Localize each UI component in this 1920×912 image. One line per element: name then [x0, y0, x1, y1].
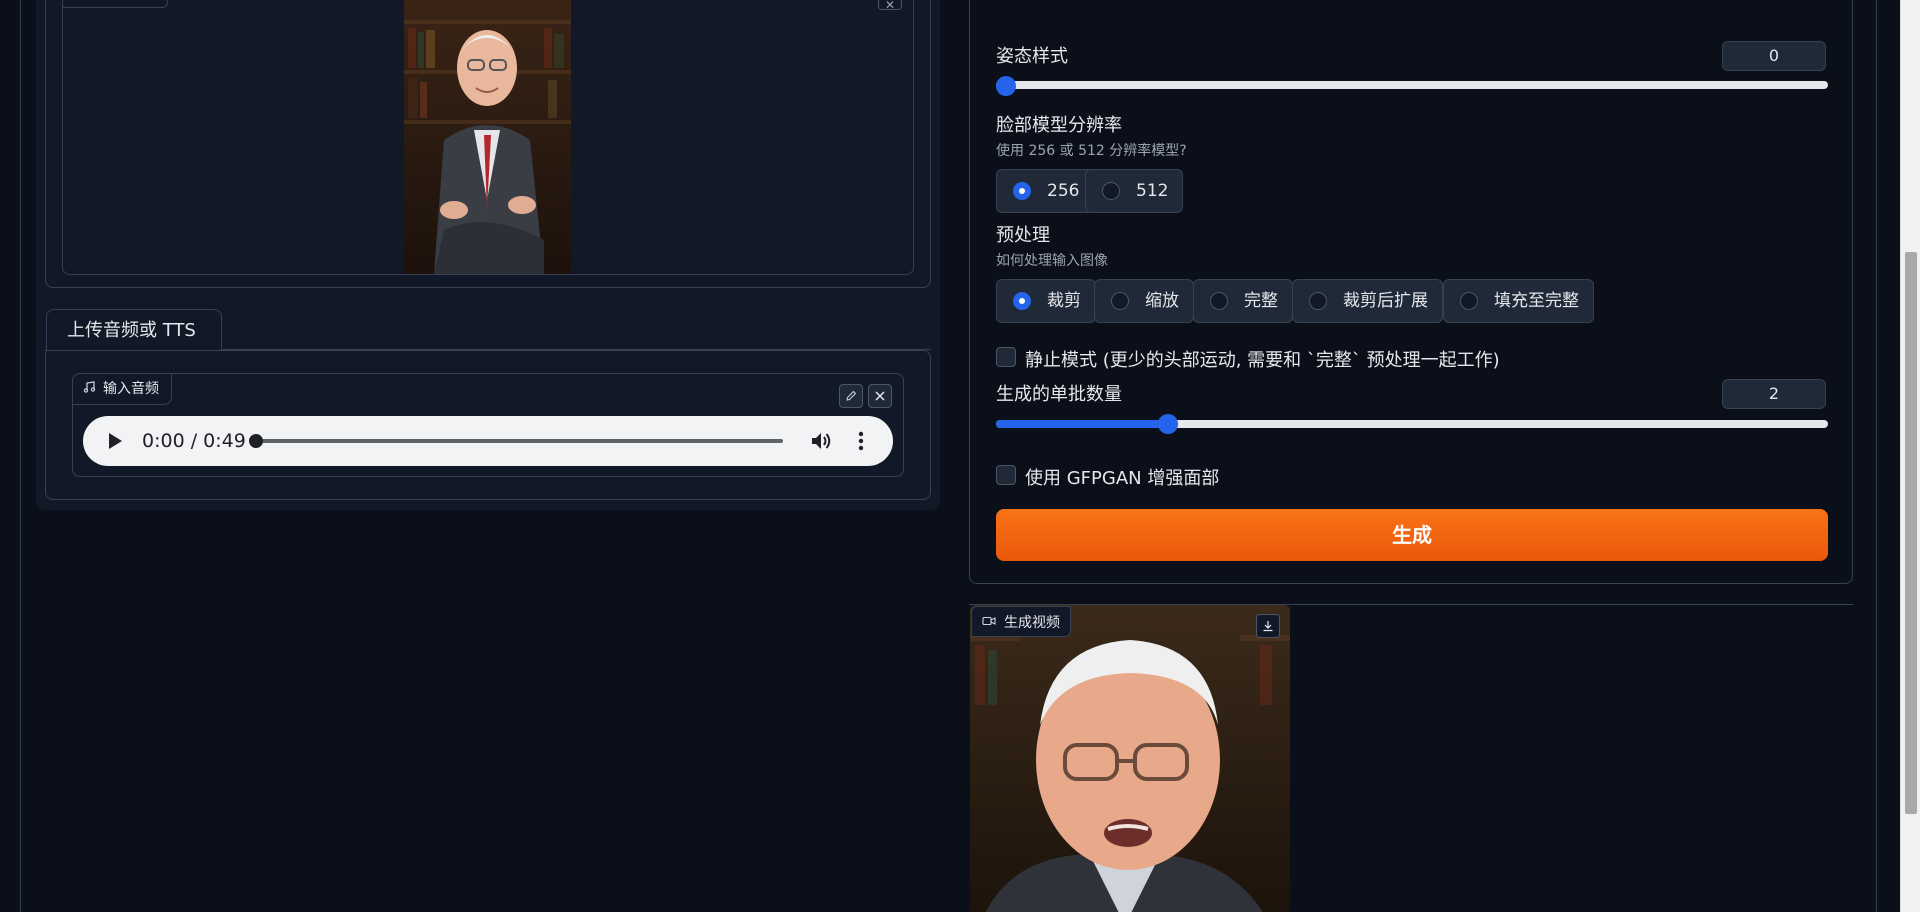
radio-label: 裁剪 — [1047, 291, 1081, 311]
radio-indicator — [1102, 182, 1120, 200]
face-resolution-hint: 使用 256 或 512 分辨率模型? — [996, 143, 1187, 159]
radio-indicator — [1309, 292, 1327, 310]
radio-label: 256 — [1047, 181, 1080, 201]
pencil-icon — [845, 387, 857, 406]
close-icon: ✕ — [884, 0, 896, 12]
video-camera-icon — [982, 614, 996, 630]
page-scrollbar[interactable] — [1900, 0, 1920, 912]
pose-style-slider-track[interactable] — [996, 81, 1828, 89]
gfpgan-checkbox[interactable] — [996, 465, 1016, 485]
source-portrait-image — [404, 0, 571, 274]
batch-size-label: 生成的单批数量 — [996, 384, 1122, 405]
audio-time: 0:00 / 0:49 — [142, 430, 246, 452]
radio-preprocess-crop[interactable]: 裁剪 — [996, 279, 1096, 323]
frame-border-left — [20, 0, 21, 912]
clear-audio-button[interactable] — [868, 384, 892, 408]
gfpgan-label: 使用 GFPGAN 增强面部 — [1025, 468, 1220, 489]
audio-input-label-text: 输入音频 — [103, 381, 159, 397]
radio-label: 完整 — [1244, 291, 1278, 311]
preprocess-hint: 如何处理输入图像 — [996, 253, 1108, 269]
source-image-label — [62, 0, 168, 8]
radio-indicator — [1460, 292, 1478, 310]
scrollbar-thumb[interactable] — [1905, 252, 1917, 814]
volume-icon[interactable] — [810, 431, 832, 455]
clear-image-button[interactable]: ✕ — [878, 0, 902, 12]
radio-preprocess-extfull[interactable]: 填充至完整 — [1443, 279, 1594, 323]
generated-video-label-text: 生成视频 — [1004, 614, 1060, 631]
portrait-illustration — [404, 0, 571, 274]
radio-preprocess-resize[interactable]: 缩放 — [1094, 279, 1194, 323]
batch-size-number-input[interactable]: 2 — [1722, 379, 1826, 409]
radio-indicator — [1111, 292, 1129, 310]
audio-player: 0:00 / 0:49 — [83, 416, 893, 466]
more-options-icon[interactable] — [858, 431, 864, 455]
video-frame-illustration — [970, 605, 1290, 912]
audio-seek-bar[interactable] — [253, 439, 783, 443]
radio-label: 512 — [1136, 181, 1169, 201]
pose-style-label: 姿态样式 — [996, 46, 1068, 67]
generate-button[interactable]: 生成 — [996, 509, 1828, 561]
face-resolution-label: 脸部模型分辨率 — [996, 115, 1122, 136]
download-icon — [1262, 617, 1274, 636]
frame-border-right — [1876, 0, 1877, 912]
radio-selected-indicator — [1013, 292, 1031, 310]
music-note-icon — [83, 374, 96, 404]
generated-video[interactable] — [970, 605, 1290, 912]
close-icon — [874, 387, 886, 406]
audio-seek-knob[interactable] — [249, 434, 263, 448]
download-video-button[interactable] — [1256, 614, 1280, 638]
radio-selected-indicator — [1013, 182, 1031, 200]
generated-video-label: 生成视频 — [971, 606, 1071, 637]
batch-size-slider-fill — [996, 420, 1168, 428]
still-mode-label: 静止模式 (更少的头部运动, 需要和 `完整` 预处理一起工作) — [1025, 350, 1500, 371]
edit-audio-button[interactable] — [839, 384, 863, 408]
pose-style-slider-thumb[interactable] — [996, 76, 1016, 96]
radio-label: 裁剪后扩展 — [1343, 291, 1428, 311]
tab-upload-audio-or-tts[interactable]: 上传音频或 TTS — [46, 309, 222, 351]
radio-resolution-512[interactable]: 512 — [1085, 169, 1184, 213]
batch-size-slider-thumb[interactable] — [1158, 414, 1178, 434]
radio-label: 填充至完整 — [1494, 291, 1579, 311]
preprocess-label: 预处理 — [996, 225, 1050, 246]
radio-label: 缩放 — [1145, 291, 1179, 311]
audio-input-label: 输入音频 — [72, 373, 172, 405]
pose-style-number-input[interactable]: 0 — [1722, 41, 1826, 71]
radio-preprocess-full[interactable]: 完整 — [1193, 279, 1293, 323]
radio-indicator — [1210, 292, 1228, 310]
radio-preprocess-extcrop[interactable]: 裁剪后扩展 — [1292, 279, 1443, 323]
play-icon[interactable] — [107, 432, 123, 454]
still-mode-checkbox[interactable] — [996, 347, 1016, 367]
radio-resolution-256[interactable]: 256 — [996, 169, 1095, 213]
